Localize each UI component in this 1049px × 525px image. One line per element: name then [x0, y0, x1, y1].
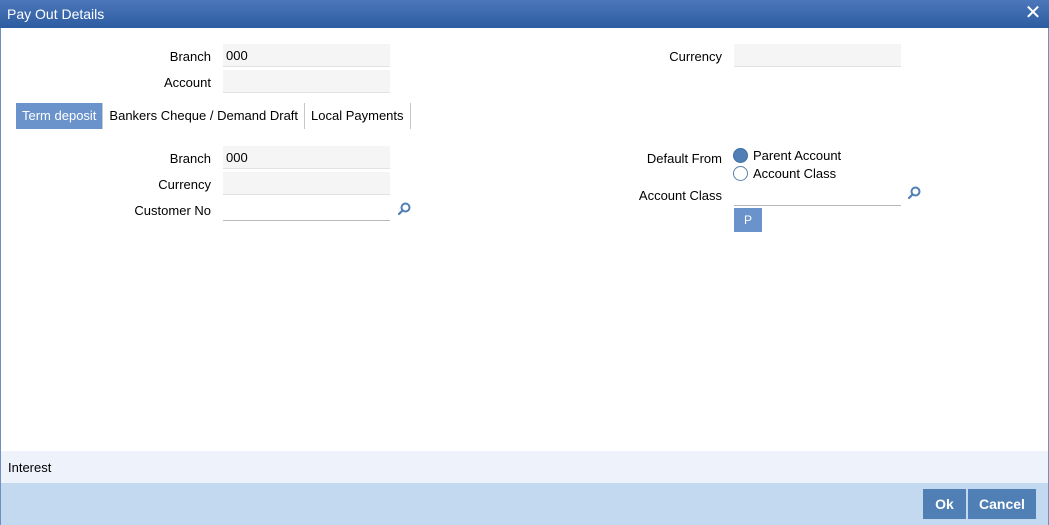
- search-icon[interactable]: [396, 201, 412, 217]
- radio-account-class[interactable]: [733, 166, 748, 181]
- default-from-label: Default From: [646, 151, 722, 166]
- td-currency-field[interactable]: [223, 172, 390, 195]
- account-class-field[interactable]: [734, 183, 901, 206]
- customer-no-field[interactable]: [223, 198, 390, 221]
- cancel-button[interactable]: Cancel: [968, 489, 1036, 519]
- branch-field[interactable]: [223, 44, 390, 67]
- interest-bar: Interest: [1, 451, 1048, 483]
- close-icon[interactable]: ✕: [1023, 3, 1043, 23]
- tab-strip: Term deposit Bankers Cheque / Demand Dra…: [16, 103, 411, 129]
- account-field[interactable]: [223, 70, 390, 93]
- tab-local-payments[interactable]: Local Payments: [305, 103, 411, 129]
- ok-button[interactable]: Ok: [923, 489, 966, 519]
- currency-label: Currency: [669, 49, 722, 64]
- td-currency-label: Currency: [158, 177, 211, 192]
- interest-link[interactable]: Interest: [8, 460, 51, 475]
- account-class-label: Account Class: [638, 188, 722, 203]
- search-icon[interactable]: [906, 185, 922, 201]
- radio-account-class-label: Account Class: [753, 166, 837, 181]
- radio-parent-account[interactable]: [733, 148, 748, 163]
- tab-term-deposit[interactable]: Term deposit: [16, 103, 104, 129]
- window-title: Pay Out Details: [7, 6, 105, 22]
- account-label: Account: [164, 75, 211, 90]
- footer: Ok Cancel: [1, 483, 1048, 525]
- radio-parent-account-label: Parent Account: [753, 148, 842, 163]
- td-branch-label: Branch: [169, 151, 211, 166]
- title-bar: Pay Out Details ✕: [0, 0, 1049, 28]
- branch-label: Branch: [169, 49, 211, 64]
- tab-bankers-cheque-demand-draft[interactable]: Bankers Cheque / Demand Draft: [103, 103, 306, 129]
- p-button[interactable]: P: [734, 208, 762, 232]
- customer-no-label: Customer No: [134, 203, 211, 218]
- td-branch-field[interactable]: [223, 146, 390, 169]
- currency-field[interactable]: [734, 44, 901, 67]
